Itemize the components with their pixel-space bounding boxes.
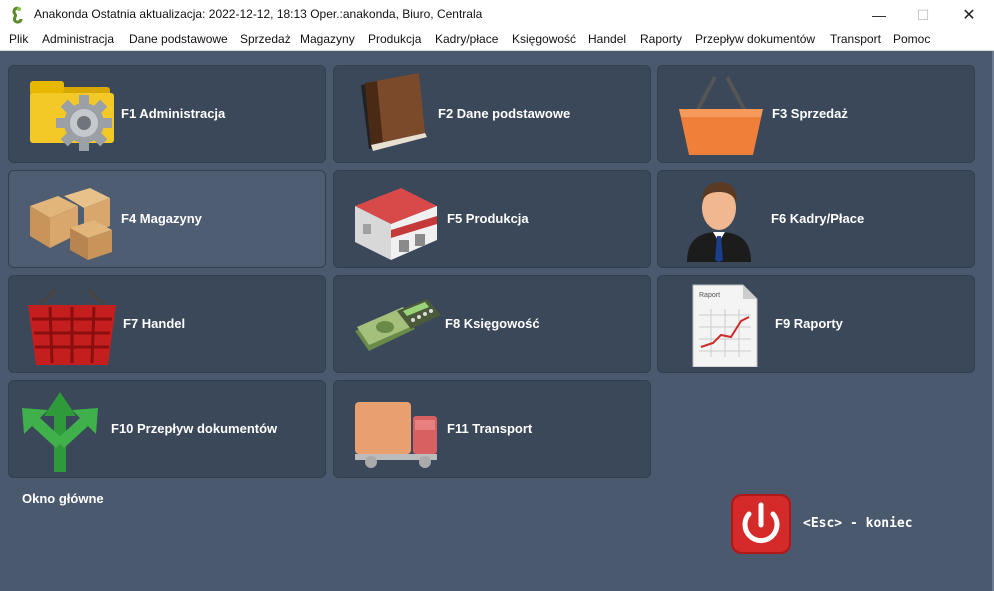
tile-label-ksiegowosc: F8 Księgowość — [445, 316, 540, 331]
tile-ksiegowosc[interactable]: F8 Księgowość — [333, 275, 651, 373]
factory-icon — [355, 188, 437, 260]
money-calculator-icon — [355, 299, 441, 351]
tile-label-magazyny: F4 Magazyny — [121, 211, 202, 226]
arrows-icon — [22, 392, 98, 472]
menu-raporty[interactable]: Raporty — [640, 32, 682, 46]
person-icon — [687, 182, 751, 262]
menu-kadry-place[interactable]: Kadry/płace — [435, 32, 498, 46]
menu-dane-podstawowe[interactable]: Dane podstawowe — [129, 32, 228, 46]
menu-ksiegowosc[interactable]: Księgowość — [512, 32, 576, 46]
tile-label-kadry-place: F6 Kadry/Płace — [771, 211, 865, 226]
tile-label-handel: F7 Handel — [123, 316, 186, 331]
menu-administracja[interactable]: Administracja — [42, 32, 114, 46]
tile-handel[interactable]: F7 Handel — [8, 275, 326, 373]
tile-administracja[interactable]: F1 Administracja — [8, 65, 326, 163]
tile-label-administracja: F1 Administracja — [121, 106, 226, 121]
menu-plik[interactable]: Plik — [9, 32, 28, 46]
tile-przeplyw-dokumentow[interactable]: F10 Przepływ dokumentów — [8, 380, 326, 478]
tile-label-transport: F11 Transport — [447, 421, 533, 436]
minimize-button[interactable]: — — [856, 0, 902, 30]
menu-handel[interactable]: Handel — [588, 32, 626, 46]
tile-transport[interactable]: F11 Transport — [333, 380, 651, 478]
report-icon-text: Raport — [699, 292, 720, 299]
anakonda-app-icon — [12, 6, 23, 24]
tile-magazyny[interactable]: F4 Magazyny — [8, 170, 326, 268]
menu-sprzedaz[interactable]: Sprzedaż — [240, 32, 291, 46]
gear-folder-icon — [30, 81, 114, 151]
tile-label-dane-podstawowe: F2 Dane podstawowe — [438, 106, 571, 121]
tile-label-przeplyw-dokumentow: F10 Przepływ dokumentów — [111, 421, 278, 436]
shopping-basket-icon — [679, 76, 763, 155]
menu-transport[interactable]: Transport — [830, 32, 881, 46]
red-basket-icon — [28, 287, 116, 365]
tile-dane-podstawowe[interactable]: F2 Dane podstawowe — [333, 65, 651, 163]
window-caption: Okno główne — [22, 491, 104, 506]
menu-przeplyw-dokumentow[interactable]: Przepływ dokumentów — [695, 32, 815, 46]
title-bar: Anakonda Ostatnia aktualizacja: 2022-12-… — [0, 0, 994, 30]
main-window: F1 Administracja F2 Dane podstawowe F3 S… — [0, 51, 994, 591]
exit-label: <Esc> - koniec — [803, 516, 913, 531]
tile-label-produkcja: F5 Produkcja — [447, 211, 529, 226]
book-icon — [361, 73, 427, 151]
tile-sprzedaz[interactable]: F3 Sprzedaż — [657, 65, 975, 163]
report-icon: Raport — [692, 284, 758, 367]
tile-label-sprzedaz: F3 Sprzedaż — [772, 106, 848, 121]
maximize-button[interactable]: ☐ — [900, 0, 946, 30]
close-button[interactable]: ✕ — [946, 0, 992, 30]
menu-produkcja[interactable]: Produkcja — [368, 32, 421, 46]
boxes-icon — [30, 188, 112, 260]
menu-magazyny[interactable]: Magazyny — [300, 32, 355, 46]
tile-raporty[interactable]: Raport F9 Raporty — [657, 275, 975, 373]
tile-produkcja[interactable]: F5 Produkcja — [333, 170, 651, 268]
menu-pomoc[interactable]: Pomoc — [893, 32, 930, 46]
truck-icon — [355, 402, 437, 468]
menu-bar: Plik Administracja Dane podstawowe Sprze… — [0, 30, 994, 51]
tile-label-raporty: F9 Raporty — [775, 316, 843, 331]
tile-kadry-place[interactable]: F6 Kadry/Płace — [657, 170, 975, 268]
exit-button[interactable] — [730, 493, 792, 555]
window-title: Anakonda Ostatnia aktualizacja: 2022-12-… — [34, 7, 483, 21]
